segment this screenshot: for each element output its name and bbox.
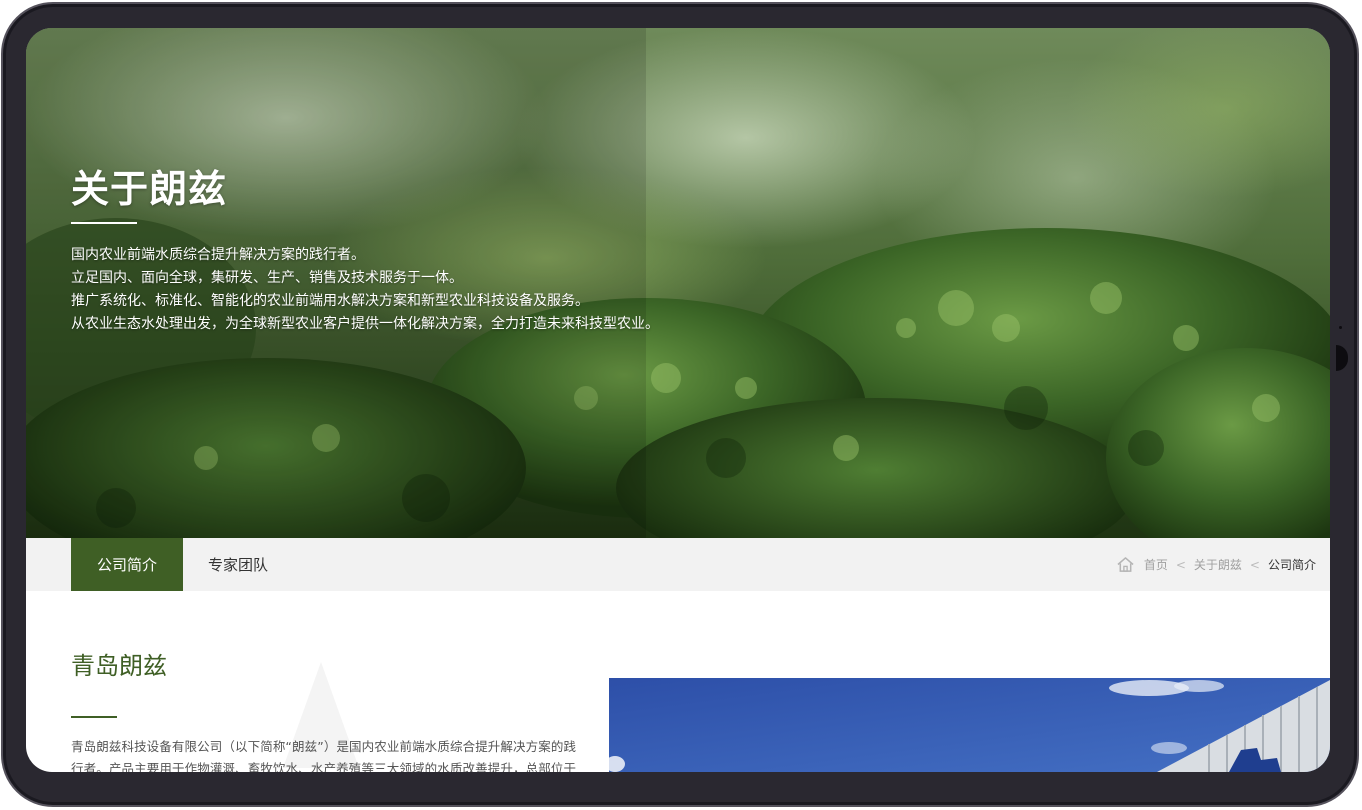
home-icon[interactable] <box>1116 556 1135 573</box>
tab-expert-team[interactable]: 专家团队 <box>183 538 293 591</box>
hero-line: 推广系统化、标准化、智能化的农业前端用水解决方案和新型农业科技设备及服务。 <box>71 293 589 309</box>
breadcrumb-separator: < <box>1175 557 1186 572</box>
breadcrumb-home[interactable]: 首页 <box>1144 556 1168 573</box>
breadcrumb-about[interactable]: 关于朗兹 <box>1194 556 1242 573</box>
hero-title: 关于朗兹 <box>71 167 228 211</box>
intro-title: 青岛朗兹 <box>71 652 167 680</box>
hero-line: 国内农业前端水质综合提升解决方案的践行者。 <box>71 247 365 263</box>
hero-description: 国内农业前端水质综合提升解决方案的践行者。 立足国内、面向全球，集研发、生产、销… <box>71 244 659 336</box>
breadcrumb-current: 公司简介 <box>1267 558 1316 572</box>
intro-title-underline <box>71 716 117 718</box>
screen: 关于朗兹 国内农业前端水质综合提升解决方案的践行者。 立足国内、面向全球，集研发… <box>26 28 1330 772</box>
breadcrumb-separator: < <box>1249 557 1260 572</box>
breadcrumb: 首页 < 关于朗兹 < 公司简介 <box>1116 538 1316 591</box>
hero-banner: 关于朗兹 国内农业前端水质综合提升解决方案的践行者。 立足国内、面向全球，集研发… <box>26 28 1330 538</box>
hero-line: 从农业生态水处理出发，为全球新型农业客户提供一体化解决方案，全力打造未来科技型农… <box>71 316 659 332</box>
tab-company-profile[interactable]: 公司简介 <box>71 538 183 591</box>
hero-title-underline <box>71 222 137 224</box>
sensor-dot <box>1339 326 1342 329</box>
section-subnav: 公司简介 专家团队 首页 < 关于朗兹 < 公司简介 <box>26 538 1330 591</box>
hero-line: 立足国内、面向全球，集研发、生产、销售及技术服务于一体。 <box>71 270 463 286</box>
intro-paragraph: 青岛朗兹科技设备有限公司（以下简称“朗兹”）是国内农业前端水质综合提升解决方案的… <box>71 739 576 772</box>
facility-photo <box>609 678 1330 772</box>
